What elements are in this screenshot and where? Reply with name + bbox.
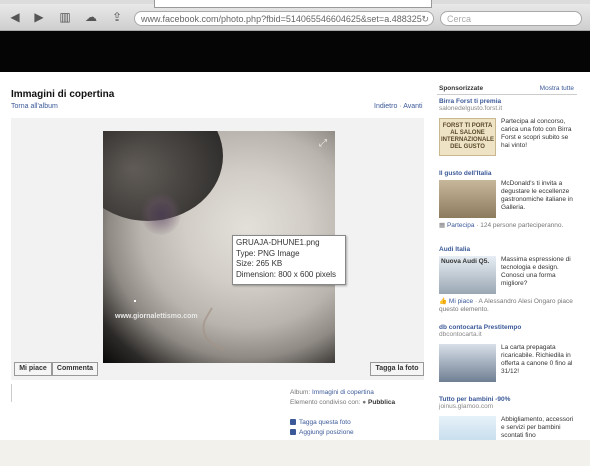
globe-icon: ● <box>362 399 367 406</box>
calendar-icon: ▦ <box>439 222 446 229</box>
image-info-tooltip: GRUAJA-DHUNE1.png Type: PNG Image Size: … <box>232 235 346 285</box>
see-all-link[interactable]: Mostra tutte <box>540 85 574 92</box>
ad-footer-text: · 124 persone parteciperanno. <box>476 222 564 229</box>
page-title: Immagini di copertina <box>11 89 115 100</box>
photo-meta: Album: Immagini di copertina Elemento co… <box>290 388 395 408</box>
ad-text: Massima espressione di tecnologia e desi… <box>501 256 571 287</box>
photo-watermark: www.giornalettismo.com <box>115 313 198 320</box>
tag-action-link[interactable]: Tagga questa foto <box>299 419 351 426</box>
ad-domain: salonedelgusto.forst.it <box>439 105 503 112</box>
ad-text: McDonald's ti invita a degustare le ecce… <box>501 180 573 211</box>
album-link[interactable]: Immagini di copertina <box>312 389 374 396</box>
photo-speck <box>134 300 136 302</box>
sponsored-sidebar: Sponsorizzate Mostra tutte Birra Forst t… <box>437 84 577 440</box>
photo-actions: Tagga questa foto Aggiungi posizione <box>290 418 354 438</box>
back-arrow-icon[interactable]: ◀ <box>6 9 24 25</box>
comment-divider <box>11 384 12 402</box>
tag-photo-button[interactable]: Tagga la foto <box>370 362 424 376</box>
photo-navigation: Indietro · Avanti <box>374 103 423 110</box>
ad-join-link[interactable]: Partecipa <box>447 222 474 229</box>
shared-row: Elemento condiviso con: ● Pubblica <box>290 398 395 408</box>
ad-text: La carta prepagata ricaricabile. Richied… <box>501 344 573 375</box>
ad-image[interactable]: FORST TI PORTA AL SALONE INTERNAZIONALE … <box>439 118 496 156</box>
page-bottom-area <box>0 440 590 466</box>
ad-like-link[interactable]: Mi piace <box>449 298 473 305</box>
sidebar-title: Sponsorizzate <box>439 85 484 92</box>
privacy-selector[interactable]: Pubblica <box>368 399 395 406</box>
prev-link[interactable]: Indietro <box>374 103 397 110</box>
sidebar-header: Sponsorizzate Mostra tutte <box>437 84 577 95</box>
share-icon[interactable]: ⇪ <box>108 9 126 25</box>
ad-text: Partecipa al concorso, carica una foto c… <box>501 118 572 149</box>
ad-title[interactable]: Il gusto dell'Italia <box>439 170 575 177</box>
tag-action-row[interactable]: Tagga questa foto <box>290 418 354 428</box>
expand-icon[interactable]: ⤢ <box>319 138 327 149</box>
album-label: Album: <box>290 389 311 396</box>
location-pin-icon <box>290 429 296 435</box>
facebook-header-bar <box>0 31 590 72</box>
ad-image[interactable] <box>439 416 496 440</box>
shared-label: Elemento condiviso con: <box>290 399 361 406</box>
album-row: Album: Immagini di copertina <box>290 388 395 398</box>
url-suggestions-popup <box>154 0 432 8</box>
ad-text: Abbigliamento, accessori e servizi per b… <box>501 416 574 439</box>
ad-image[interactable] <box>439 180 496 218</box>
ad-item[interactable]: Birra Forst ti premia salonedelgusto.for… <box>439 98 575 156</box>
bookmarks-icon[interactable]: ▥ <box>56 9 74 25</box>
ad-domain: joinus.glamoo.com <box>439 403 494 410</box>
thumbs-up-icon: 👍 <box>439 298 448 305</box>
ad-title[interactable]: db contocarta Prestitempo <box>439 324 575 331</box>
back-to-album-link[interactable]: Torna all'album <box>11 103 58 110</box>
ad-item[interactable]: Audi Italia Nuova Audi Q5. Massima espre… <box>439 246 575 313</box>
ad-image[interactable] <box>439 344 496 382</box>
ad-domain: dbcontocarta.it <box>439 331 482 338</box>
comment-button[interactable]: Commenta <box>52 362 98 376</box>
icloud-icon[interactable]: ☁ <box>82 9 100 25</box>
browser-toolbar: ◀ ▶ ▥ ☁ ⇪ www.facebook.com/photo.php?fbi… <box>0 4 590 31</box>
next-link[interactable]: Avanti <box>403 103 422 110</box>
ad-title[interactable]: Audi Italia <box>439 246 575 253</box>
ad-item[interactable]: Tutto per bambini -90% joinus.glamoo.com… <box>439 396 575 440</box>
ad-item[interactable]: Il gusto dell'Italia McDonald's ti invit… <box>439 170 575 229</box>
url-field[interactable]: www.facebook.com/photo.php?fbid=51406554… <box>134 11 434 26</box>
photo-stage: www.giornalettismo.com ⤢ <box>11 118 424 380</box>
like-button[interactable]: Mi piace <box>14 362 52 376</box>
tooltip-type: Type: PNG Image <box>236 248 300 258</box>
ad-image[interactable]: Nuova Audi Q5. <box>439 256 496 294</box>
search-field[interactable]: Cerca <box>440 11 582 26</box>
ad-footer: 👍 Mi piace · A Alessandro Alesi Ongaro p… <box>439 298 575 314</box>
ad-title[interactable]: Tutto per bambini -90% <box>439 396 575 403</box>
ad-item[interactable]: db contocarta Prestitempo dbcontocarta.i… <box>439 324 575 382</box>
location-action-link[interactable]: Aggiungi posizione <box>299 429 354 436</box>
tooltip-filename: GRUAJA-DHUNE1.png <box>236 238 320 247</box>
ad-title[interactable]: Birra Forst ti premia <box>439 98 575 105</box>
photo-page: Immagini di copertina Torna all'album In… <box>0 72 590 440</box>
forward-arrow-icon[interactable]: ▶ <box>30 9 48 25</box>
nav-separator: · <box>399 103 402 110</box>
photo-bruise <box>141 193 181 235</box>
tooltip-dimension: Dimension: 800 x 600 pixels <box>236 269 337 279</box>
tag-icon <box>290 419 296 425</box>
url-text: www.facebook.com/photo.php?fbid=51406554… <box>141 14 422 24</box>
tooltip-size: Size: 265 KB <box>236 259 283 268</box>
reload-icon[interactable]: ↻ <box>421 12 429 25</box>
photo-scar <box>195 307 239 351</box>
ad-footer: ▦ Partecipa · 124 persone parteciperanno… <box>439 222 575 230</box>
location-action-row[interactable]: Aggiungi posizione <box>290 428 354 438</box>
